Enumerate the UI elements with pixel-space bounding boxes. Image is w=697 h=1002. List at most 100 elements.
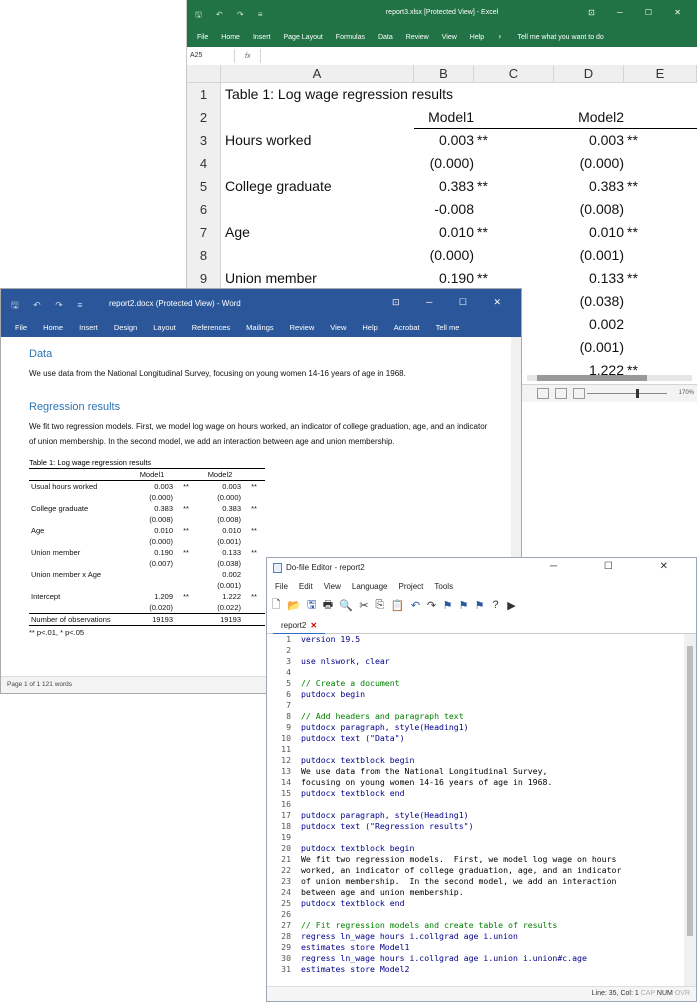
- menu-file[interactable]: File: [275, 582, 288, 591]
- cell-a[interactable]: College graduate: [221, 175, 414, 198]
- column-header-a[interactable]: A: [221, 65, 414, 82]
- cell-c[interactable]: **: [474, 221, 554, 244]
- cell-d[interactable]: Model2: [554, 106, 624, 129]
- cell-e[interactable]: [624, 198, 697, 221]
- tab-formulas[interactable]: Formulas: [336, 34, 365, 41]
- cell-b[interactable]: -0.008: [414, 198, 474, 221]
- cell-c[interactable]: [474, 198, 554, 221]
- row-header[interactable]: 1: [187, 83, 221, 106]
- scroll-thumb[interactable]: [687, 646, 693, 936]
- cell-c[interactable]: [474, 244, 554, 267]
- cell-d[interactable]: (0.001): [554, 244, 624, 267]
- undo-icon[interactable]: ↶: [411, 599, 421, 612]
- cell-d[interactable]: 0.383: [554, 175, 624, 198]
- cell-a[interactable]: [221, 198, 414, 221]
- vertical-scrollbar[interactable]: [684, 634, 696, 989]
- select-all-corner[interactable]: [187, 65, 221, 82]
- page-break-view-icon[interactable]: [573, 388, 585, 399]
- cell-e[interactable]: [624, 244, 697, 267]
- cell-d[interactable]: (0.000): [554, 152, 624, 175]
- cell-b[interactable]: 0.383: [414, 175, 474, 198]
- cell-c[interactable]: [474, 83, 554, 106]
- zoom-level[interactable]: 170%: [679, 390, 694, 396]
- close-tab-icon[interactable]: ✕: [310, 621, 317, 630]
- copy-icon[interactable]: ⎘: [375, 599, 385, 612]
- cell-b[interactable]: 0.190: [414, 267, 474, 290]
- cell-a[interactable]: Hours worked: [221, 129, 414, 152]
- cell-b[interactable]: Model1: [414, 106, 474, 129]
- scroll-thumb[interactable]: [537, 375, 647, 381]
- tab-layout[interactable]: Layout: [153, 323, 176, 332]
- cell-d[interactable]: (0.001): [554, 336, 624, 359]
- cell-e[interactable]: [624, 290, 697, 313]
- cell-b[interactable]: 0.003: [414, 129, 474, 152]
- cell-c[interactable]: [474, 106, 554, 129]
- menu-language[interactable]: Language: [352, 582, 388, 591]
- cell-e[interactable]: [624, 83, 697, 106]
- tab-page-layout[interactable]: Page Layout: [283, 34, 322, 41]
- column-header-b[interactable]: B: [414, 65, 474, 82]
- cell-d[interactable]: (0.008): [554, 198, 624, 221]
- tab-view[interactable]: View: [330, 323, 346, 332]
- tab-design[interactable]: Design: [114, 323, 137, 332]
- tab-references[interactable]: References: [192, 323, 230, 332]
- menu-edit[interactable]: Edit: [299, 582, 313, 591]
- menu-tools[interactable]: Tools: [434, 582, 453, 591]
- cell-e[interactable]: [624, 313, 697, 336]
- tab-mailings[interactable]: Mailings: [246, 323, 274, 332]
- tab-insert[interactable]: Insert: [79, 323, 98, 332]
- find-icon[interactable]: 🔍: [339, 599, 353, 612]
- cell-e[interactable]: [624, 152, 697, 175]
- tab-review[interactable]: Review: [290, 323, 315, 332]
- cell-d[interactable]: [554, 83, 624, 106]
- formula-input[interactable]: [260, 49, 697, 63]
- execute-icon[interactable]: ▶: [507, 599, 517, 612]
- show-hide-icon[interactable]: ?: [491, 599, 501, 611]
- row-header[interactable]: 9: [187, 267, 221, 290]
- redo-icon[interactable]: ↷: [427, 599, 437, 612]
- tab-file[interactable]: File: [197, 34, 208, 41]
- cell-e[interactable]: [624, 336, 697, 359]
- paste-icon[interactable]: 📋: [391, 599, 405, 612]
- cell-e[interactable]: **: [624, 221, 697, 244]
- column-header-c[interactable]: C: [474, 65, 554, 82]
- cell-a[interactable]: Age: [221, 221, 414, 244]
- row-header[interactable]: 6: [187, 198, 221, 221]
- tab-report2[interactable]: report2 ✕: [273, 618, 326, 635]
- tab-review[interactable]: Review: [406, 34, 429, 41]
- tab-acrobat[interactable]: Acrobat: [394, 323, 420, 332]
- cell-c[interactable]: **: [474, 129, 554, 152]
- cell-e[interactable]: **: [624, 175, 697, 198]
- horizontal-scrollbar[interactable]: [527, 375, 692, 381]
- tab-view[interactable]: View: [442, 34, 457, 41]
- column-header-d[interactable]: D: [554, 65, 624, 82]
- tab-help[interactable]: Help: [470, 34, 484, 41]
- open-folder-icon[interactable]: 📂: [287, 599, 301, 612]
- save-icon[interactable]: 🖫: [307, 596, 317, 615]
- tell-me-box[interactable]: Tell me: [436, 323, 460, 332]
- quick-access-toolbar[interactable]: 🖫 ↶ ↷ ≡: [11, 298, 89, 314]
- row-header[interactable]: 7: [187, 221, 221, 244]
- column-header-e[interactable]: E: [624, 65, 697, 82]
- menu-project[interactable]: Project: [398, 582, 423, 591]
- tab-help[interactable]: Help: [362, 323, 377, 332]
- zoom-slider-thumb[interactable]: [636, 389, 639, 398]
- next-bookmark-icon[interactable]: ⚑: [459, 599, 469, 612]
- window-controls[interactable]: ─ ☐ ✕: [550, 561, 690, 572]
- row-header[interactable]: 8: [187, 244, 221, 267]
- cell-b[interactable]: 0.010: [414, 221, 474, 244]
- cell-b[interactable]: [414, 83, 474, 106]
- cell-d[interactable]: (0.038): [554, 290, 624, 313]
- fx-icon[interactable]: fx: [235, 53, 260, 60]
- cell-c[interactable]: **: [474, 175, 554, 198]
- tab-data[interactable]: Data: [378, 34, 393, 41]
- cell-a[interactable]: [221, 152, 414, 175]
- cell-a[interactable]: [221, 244, 414, 267]
- cell-e[interactable]: **: [624, 129, 697, 152]
- bookmark-icon[interactable]: ⚑: [443, 599, 453, 612]
- cell-a[interactable]: [221, 106, 414, 129]
- previous-bookmark-icon[interactable]: ⚑: [475, 599, 485, 612]
- cell-d[interactable]: 0.010: [554, 221, 624, 244]
- new-file-icon[interactable]: 🗋: [271, 596, 281, 615]
- window-controls[interactable]: ⊡ ─ ☐ ✕: [392, 297, 513, 308]
